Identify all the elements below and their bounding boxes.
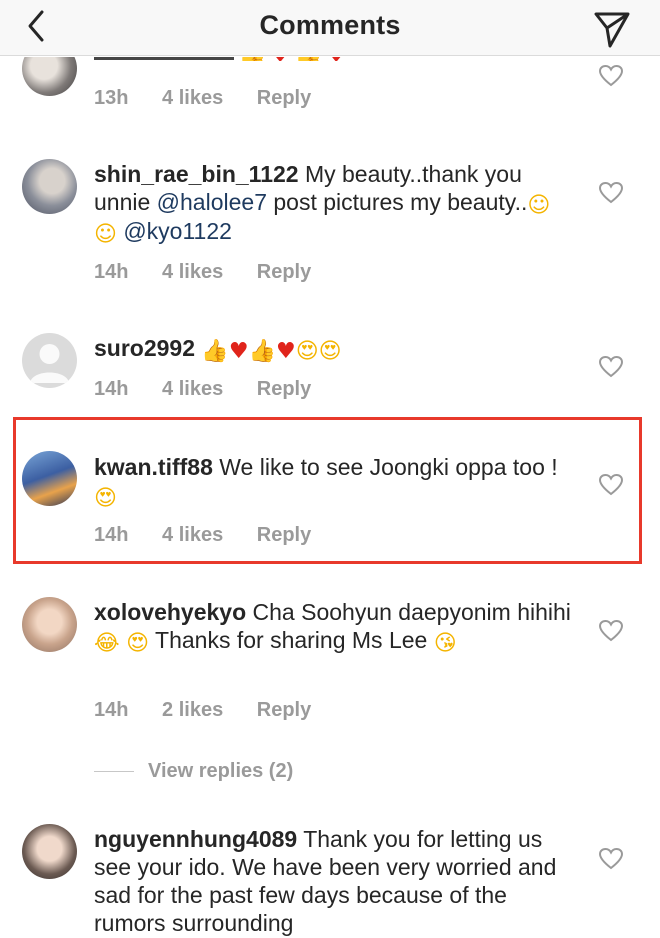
comment-time: 14h — [94, 524, 129, 546]
heart-eyes-emoji: 😍 — [295, 339, 319, 364]
thumbs-up-emoji: 👍 — [238, 57, 265, 61]
comment-username[interactable]: kwan.tiff88 — [94, 454, 213, 480]
comment-body: Cha Soohyun daepyonim hihihi — [252, 599, 571, 625]
comment-username[interactable]: shin_rae_bin_1122 — [94, 161, 299, 187]
heart-emoji: ♥ — [326, 57, 346, 61]
smiling-face-emoji: ☺ — [94, 222, 117, 247]
comment-text: kwan.tiff88 We like to see Joongki oppa … — [94, 453, 574, 510]
reply-button[interactable]: Reply — [257, 87, 311, 109]
heart-outline-icon[interactable] — [598, 181, 624, 205]
comment-meta: 13h 4 likes Reply — [94, 87, 339, 110]
comment-username[interactable]: suro2992 — [94, 335, 195, 361]
view-replies-label: View replies (2) — [148, 760, 294, 782]
smiling-face-emoji: ☺ — [527, 193, 551, 218]
kissing-face-emoji: 😘 — [433, 631, 457, 656]
heart-eyes-emoji: 😍 — [126, 631, 150, 656]
comment-meta: 14h 2 likes Reply — [94, 699, 339, 722]
likes-count[interactable]: 4 likes — [162, 524, 223, 546]
likes-count[interactable]: 4 likes — [162, 87, 223, 109]
page-title: Comments — [259, 10, 401, 40]
heart-emoji: ♥ — [275, 339, 296, 364]
divider-line — [94, 771, 134, 773]
comment-body: We like to see Joongki oppa too ! — [219, 454, 558, 480]
comment-time: 13h — [94, 87, 129, 109]
likes-count[interactable]: 4 likes — [162, 261, 223, 283]
comment-username[interactable]: nguyennhung4089 — [94, 826, 297, 852]
comments-feed[interactable]: 👍 ♥ 👍 ♥ 13h 4 likes Reply shin_rae_bin_1… — [0, 57, 660, 938]
comments-header: Comments — [0, 0, 660, 56]
mention-link[interactable]: @kyo1122 — [123, 218, 232, 244]
paper-plane-icon[interactable] — [590, 6, 634, 50]
comment-text: xolovehyekyo Cha Soohyun daepyonim hihih… — [94, 598, 574, 655]
heart-outline-icon[interactable] — [598, 847, 624, 871]
likes-count[interactable]: 2 likes — [162, 699, 223, 721]
comment-username[interactable]: xolovehyekyo — [94, 599, 246, 625]
view-replies-button[interactable]: View replies (2) — [94, 760, 293, 788]
heart-eyes-emoji: 😍 — [318, 339, 342, 364]
thumbs-up-emoji: 👍 — [295, 57, 322, 61]
heart-outline-icon[interactable] — [598, 473, 624, 497]
tears-of-joy-emoji: 😂 — [94, 631, 120, 656]
comment-text: nguyennhung4089 Thank you for letting us… — [94, 825, 574, 937]
avatar-placeholder[interactable] — [22, 333, 77, 388]
reply-button[interactable]: Reply — [257, 524, 311, 546]
avatar[interactable] — [22, 57, 77, 96]
heart-outline-icon[interactable] — [598, 619, 624, 643]
comment-meta: 14h 4 likes Reply — [94, 378, 339, 401]
heart-outline-icon[interactable] — [598, 355, 624, 379]
thumbs-up-emoji: 👍 — [201, 339, 229, 364]
heart-outline-icon[interactable] — [598, 64, 624, 88]
mention-link[interactable]: @halolee7 — [157, 189, 267, 215]
comment-meta: 14h 4 likes Reply — [94, 524, 339, 547]
heart-emoji: ♥ — [270, 57, 290, 61]
likes-count[interactable]: 4 likes — [162, 378, 223, 400]
comment-body: post pictures my beauty.. — [267, 189, 528, 215]
thumbs-up-emoji: 👍 — [248, 339, 276, 364]
comment-text: suro2992 👍♥👍♥😍😍 — [94, 334, 574, 363]
reply-button[interactable]: Reply — [257, 699, 311, 721]
heart-eyes-emoji: 😍 — [94, 486, 117, 511]
avatar[interactable] — [22, 159, 77, 214]
comment-text: shin_rae_bin_1122 My beauty..thank you u… — [94, 160, 574, 246]
avatar[interactable] — [22, 824, 77, 879]
reply-button[interactable]: Reply — [257, 378, 311, 400]
comment-body: Thanks for sharing Ms Lee — [149, 627, 428, 653]
avatar[interactable] — [22, 451, 77, 506]
comment-text-clipped: 👍 ♥ 👍 ♥ — [94, 57, 574, 61]
avatar[interactable] — [22, 597, 77, 652]
comment-meta: 14h 4 likes Reply — [94, 261, 339, 284]
comment-time: 14h — [94, 378, 129, 400]
default-user-icon — [30, 344, 69, 383]
comment-time: 14h — [94, 699, 129, 721]
heart-emoji: ♥ — [228, 339, 249, 364]
reply-button[interactable]: Reply — [257, 261, 311, 283]
comment-time: 14h — [94, 261, 129, 283]
